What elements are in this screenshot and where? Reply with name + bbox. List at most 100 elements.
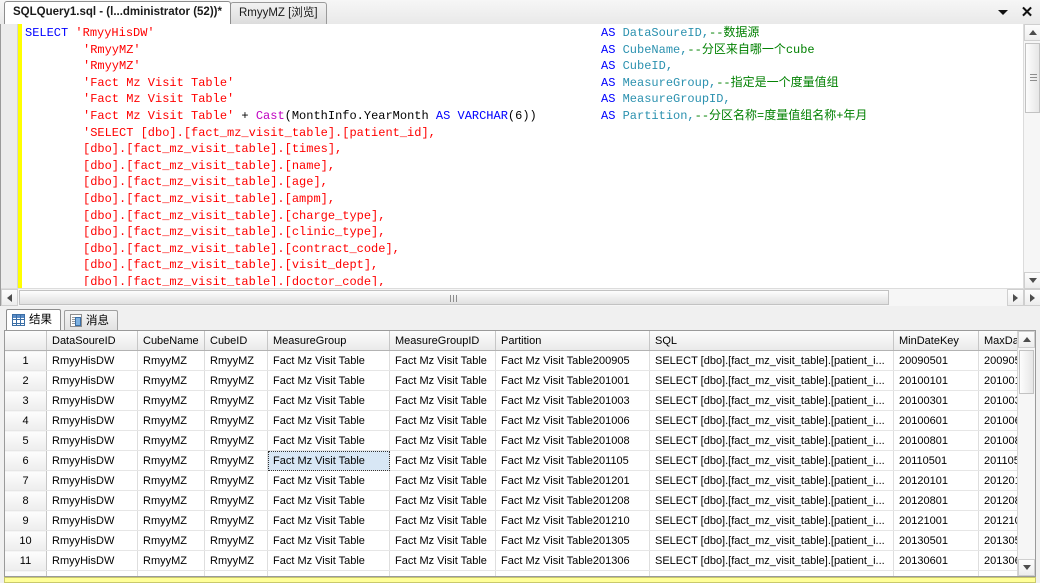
row-number-cell[interactable]: 7 [5, 470, 47, 491]
cell-datasoureid[interactable]: RmyyHisDW [46, 510, 138, 531]
column-header-cubename[interactable]: CubeName [137, 331, 205, 351]
editor-hscroll-corner-right-icon[interactable] [1024, 289, 1040, 306]
cell-measuregroupid[interactable]: Fact Mz Visit Table [389, 370, 496, 391]
cell-partition[interactable]: Fact Mz Visit Table201201 [495, 470, 650, 491]
cell-mindatekey[interactable]: 20120101 [893, 470, 979, 491]
cell-cubeid[interactable]: RmyyMZ [204, 510, 268, 531]
editor-horizontal-scrollbar[interactable] [1, 288, 1024, 306]
row-number-cell[interactable]: 4 [5, 410, 47, 431]
sql-editor[interactable]: SELECT 'RmyyHisDW' AS DataSoureID,--数据源 'R… [0, 24, 1040, 306]
cell-measuregroupid[interactable]: Fact Mz Visit Table [389, 410, 496, 431]
cell-sql[interactable]: SELECT [dbo].[fact_mz_visit_table].[pati… [649, 430, 894, 451]
cell-measuregroupid[interactable]: Fact Mz Visit Table [389, 550, 496, 571]
table-row[interactable]: 4 RmyyHisDW RmyyMZ RmyyMZ Fact Mz Visit Tabl… [5, 410, 1035, 431]
table-row[interactable]: 6 RmyyHisDW RmyyMZ RmyyMZ Fact Mz Visit Tabl… [5, 450, 1035, 471]
cell-datasoureid[interactable]: RmyyHisDW [46, 490, 138, 511]
cell-partition[interactable]: Fact Mz Visit Table201006 [495, 410, 650, 431]
row-number-cell[interactable]: 10 [5, 530, 47, 551]
cell-sql[interactable]: SELECT [dbo].[fact_mz_visit_table].[pati… [649, 490, 894, 511]
cell-mindatekey[interactable]: 20120801 [893, 490, 979, 511]
cell-cubename[interactable]: RmyyMZ [137, 410, 205, 431]
cell-cubeid[interactable]: RmyyMZ [204, 470, 268, 491]
row-number-cell[interactable]: 1 [5, 350, 47, 371]
cell-partition[interactable]: Fact Mz Visit Table200905 [495, 350, 650, 371]
cell-sql[interactable]: SELECT [dbo].[fact_mz_visit_table].[pati… [649, 390, 894, 411]
cell-cubeid[interactable]: RmyyMZ [204, 550, 268, 571]
cell-cubeid[interactable]: RmyyMZ [204, 490, 268, 511]
cell-partition[interactable]: Fact Mz Visit Table201001 [495, 370, 650, 391]
cell-mindatekey[interactable]: 20130501 [893, 530, 979, 551]
cell-partition[interactable]: Fact Mz Visit Table201008 [495, 430, 650, 451]
cell-cubename[interactable]: RmyyMZ [137, 390, 205, 411]
cell-cubename[interactable]: RmyyMZ [137, 550, 205, 571]
table-row[interactable]: 1 RmyyHisDW RmyyMZ RmyyMZ Fact Mz Visit Tabl… [5, 350, 1035, 371]
cell-cubename[interactable]: RmyyMZ [137, 490, 205, 511]
results-vscroll-thumb[interactable] [1019, 350, 1034, 394]
table-row[interactable]: 5 RmyyHisDW RmyyMZ RmyyMZ Fact Mz Visit Tabl… [5, 430, 1035, 451]
cell-measuregroupid[interactable]: Fact Mz Visit Table [389, 390, 496, 411]
column-header-partition[interactable]: Partition [495, 331, 650, 351]
cell-mindatekey[interactable]: 20090501 [893, 350, 979, 371]
cell-sql[interactable]: SELECT [dbo].[fact_mz_visit_table].[pati… [649, 470, 894, 491]
editor-vscroll-thumb[interactable] [1025, 43, 1040, 113]
cell-partition[interactable]: Fact Mz Visit Table201105 [495, 450, 650, 471]
tab-rmyymz-browse[interactable]: RmyyMZ [浏览] [229, 2, 327, 24]
cell-mindatekey[interactable]: 20130601 [893, 550, 979, 571]
column-header-rownum[interactable] [5, 331, 47, 351]
table-row[interactable]: 3 RmyyHisDW RmyyMZ RmyyMZ Fact Mz Visit Tabl… [5, 390, 1035, 411]
cell-sql[interactable]: SELECT [dbo].[fact_mz_visit_table].[pati… [649, 510, 894, 531]
cell-measuregroupid[interactable]: Fact Mz Visit Table [389, 450, 496, 471]
tab-sqlquery1[interactable]: SQLQuery1.sql - (l...dministrator (52))* [4, 1, 231, 24]
cell-measuregroup[interactable]: Fact Mz Visit Table [267, 510, 390, 531]
cell-cubeid[interactable]: RmyyMZ [204, 530, 268, 551]
results-scroll-up-icon[interactable] [1018, 331, 1035, 348]
cell-partition[interactable]: Fact Mz Visit Table201208 [495, 490, 650, 511]
row-number-cell[interactable]: 5 [5, 430, 47, 451]
cell-measuregroupid[interactable]: Fact Mz Visit Table [389, 470, 496, 491]
cell-cubename[interactable]: RmyyMZ [137, 370, 205, 391]
cell-measuregroupid[interactable]: Fact Mz Visit Table [389, 350, 496, 371]
column-header-sql[interactable]: SQL [649, 331, 894, 351]
cell-mindatekey[interactable]: 20110501 [893, 450, 979, 471]
cell-measuregroupid[interactable]: Fact Mz Visit Table [389, 430, 496, 451]
cell-measuregroup[interactable]: Fact Mz Visit Table [267, 410, 390, 431]
cell-cubename[interactable]: RmyyMZ [137, 430, 205, 451]
cell-partition[interactable]: Fact Mz Visit Table201305 [495, 530, 650, 551]
column-header-datasoureid[interactable]: DataSoureID [46, 331, 138, 351]
table-row[interactable]: 9 RmyyHisDW RmyyMZ RmyyMZ Fact Mz Visit Tabl… [5, 510, 1035, 531]
table-row[interactable]: 11 RmyyHisDW RmyyMZ RmyyMZ Fact Mz Visit Tab… [5, 550, 1035, 571]
row-number-cell[interactable]: 3 [5, 390, 47, 411]
cell-datasoureid[interactable]: RmyyHisDW [46, 390, 138, 411]
cell-measuregroup[interactable]: Fact Mz Visit Table [267, 350, 390, 371]
cell-mindatekey[interactable]: 20100601 [893, 410, 979, 431]
table-row[interactable]: 8 RmyyHisDW RmyyMZ RmyyMZ Fact Mz Visit Tabl… [5, 490, 1035, 511]
cell-datasoureid[interactable]: RmyyHisDW [46, 410, 138, 431]
cell-sql[interactable]: SELECT [dbo].[fact_mz_visit_table].[pati… [649, 550, 894, 571]
tab-messages[interactable]: 消息 [64, 310, 118, 330]
cell-measuregroupid[interactable]: Fact Mz Visit Table [389, 510, 496, 531]
cell-measuregroup[interactable]: Fact Mz Visit Table [267, 530, 390, 551]
row-number-cell[interactable]: 9 [5, 510, 47, 531]
editor-vertical-scrollbar[interactable] [1023, 24, 1040, 289]
results-scroll-down-icon[interactable] [1018, 559, 1035, 576]
cell-sql[interactable]: SELECT [dbo].[fact_mz_visit_table].[pati… [649, 370, 894, 391]
column-header-mindatekey[interactable]: MinDateKey [893, 331, 979, 351]
cell-datasoureid[interactable]: RmyyHisDW [46, 470, 138, 491]
chevron-down-icon[interactable] [996, 4, 1010, 20]
cell-cubename[interactable]: RmyyMZ [137, 470, 205, 491]
cell-cubeid[interactable]: RmyyMZ [204, 370, 268, 391]
row-number-cell[interactable]: 2 [5, 370, 47, 391]
cell-measuregroup[interactable]: Fact Mz Visit Table [267, 370, 390, 391]
column-header-measuregroup[interactable]: MeasureGroup [267, 331, 390, 351]
cell-cubeid[interactable]: RmyyMZ [204, 390, 268, 411]
table-row[interactable]: 2 RmyyHisDW RmyyMZ RmyyMZ Fact Mz Visit Tabl… [5, 370, 1035, 391]
cell-measuregroup[interactable]: Fact Mz Visit Table [267, 490, 390, 511]
cell-sql[interactable]: SELECT [dbo].[fact_mz_visit_table].[pati… [649, 410, 894, 431]
cell-mindatekey[interactable]: 20100801 [893, 430, 979, 451]
cell-sql[interactable]: SELECT [dbo].[fact_mz_visit_table].[pati… [649, 350, 894, 371]
cell-cubeid[interactable]: RmyyMZ [204, 410, 268, 431]
cell-measuregroup[interactable]: Fact Mz Visit Table [267, 470, 390, 491]
cell-partition[interactable]: Fact Mz Visit Table201210 [495, 510, 650, 531]
cell-cubeid[interactable]: RmyyMZ [204, 430, 268, 451]
results-grid[interactable]: DataSoureID CubeName CubeID MeasureGroup Mea… [5, 331, 1035, 576]
